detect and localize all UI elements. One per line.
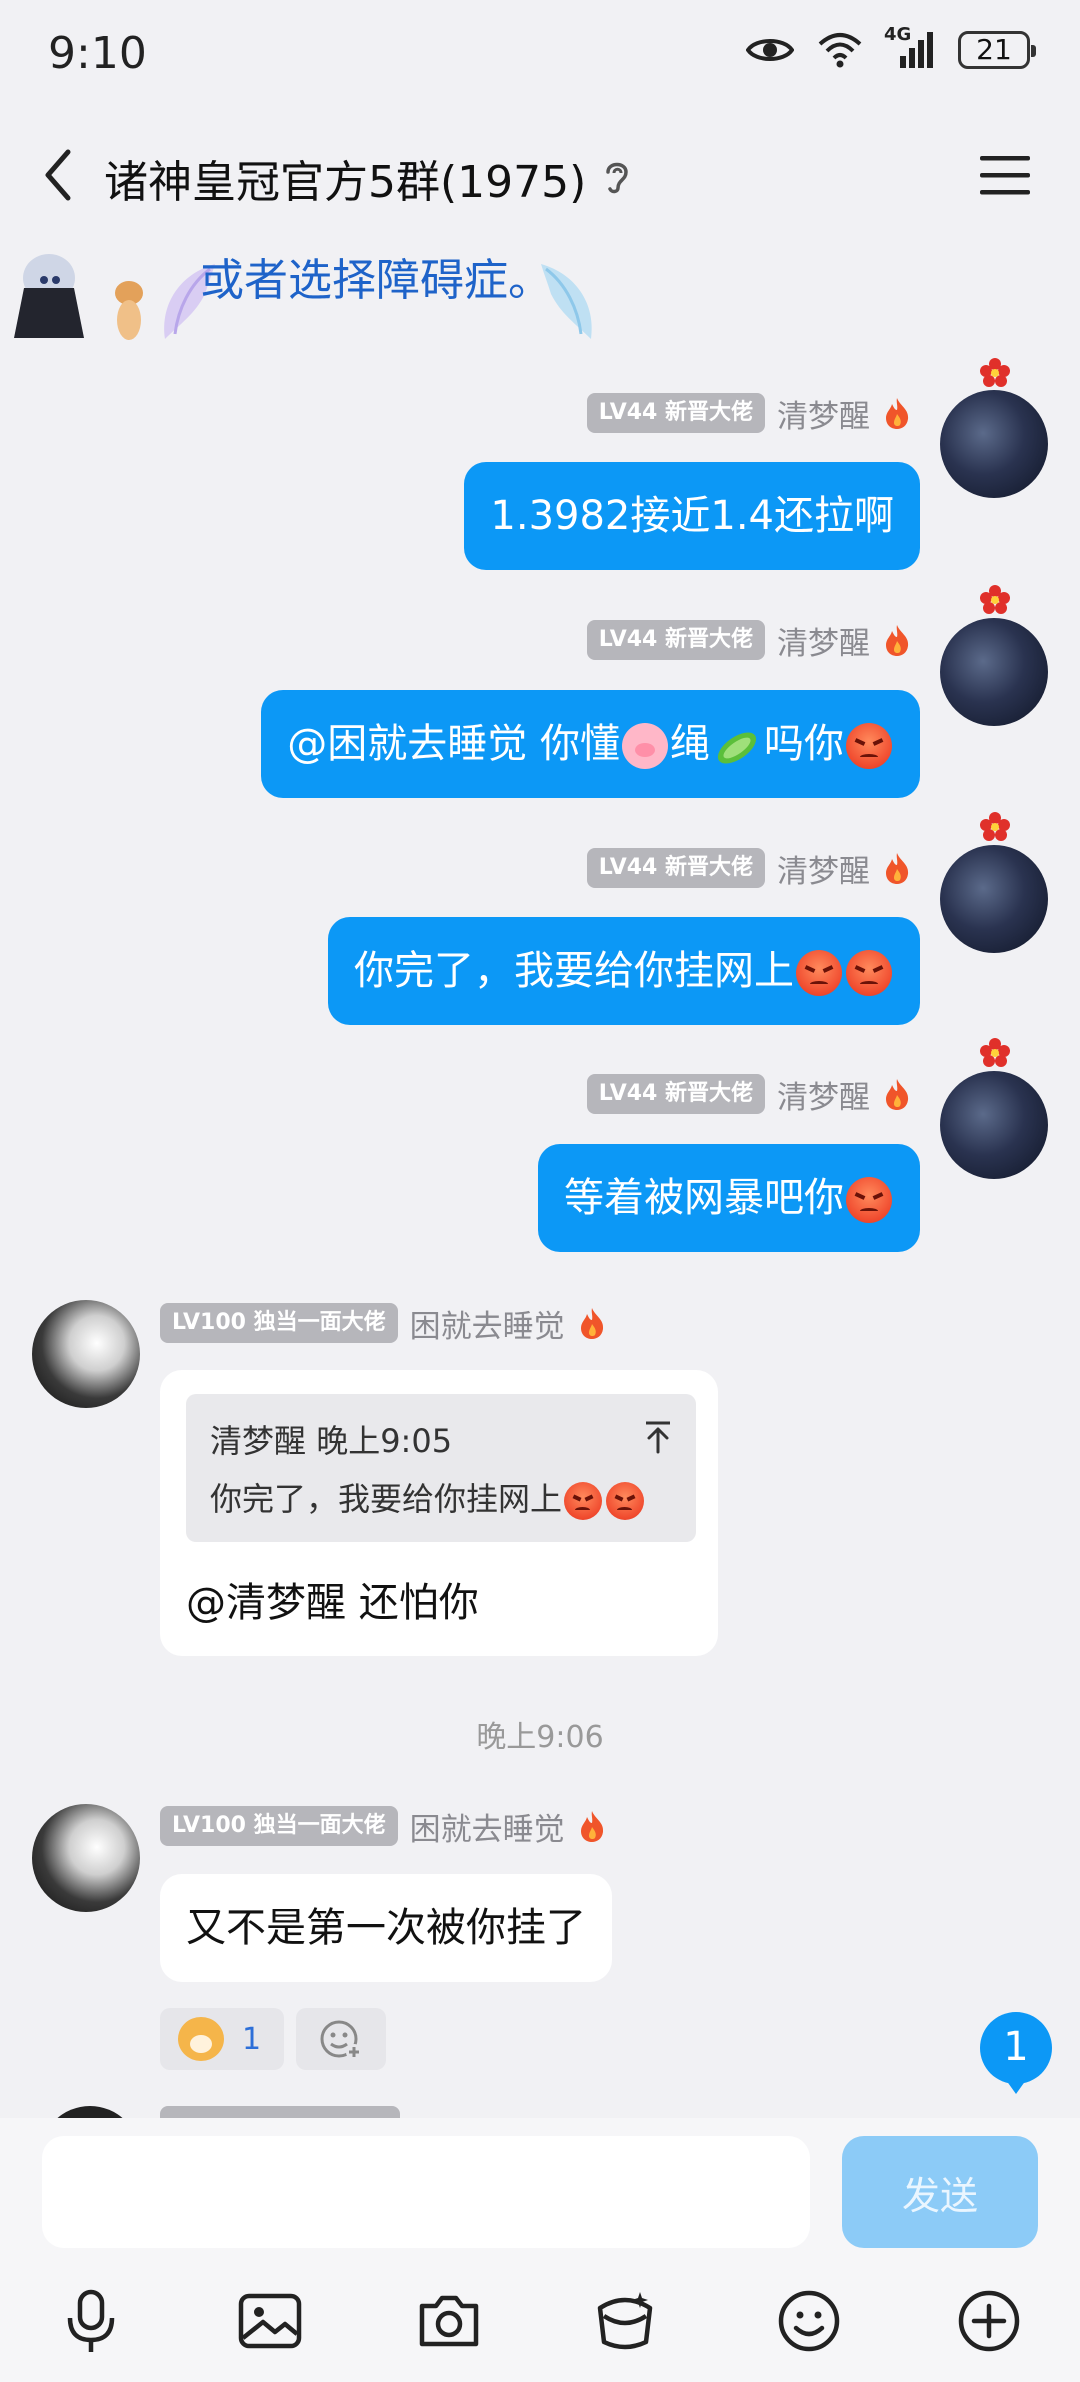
avatar[interactable] xyxy=(940,1071,1048,1179)
angry-emoji-icon xyxy=(846,1177,892,1223)
message-text: @困就去睡觉 你懂 xyxy=(287,721,620,767)
add-reaction-button[interactable] xyxy=(296,2008,386,2070)
sender-name[interactable]: 清梦醒 xyxy=(777,391,870,436)
quoted-message[interactable]: 清梦醒 晚上9:05 你完了，我要给你挂网上 xyxy=(186,1394,696,1542)
add-emoji-icon xyxy=(320,2020,362,2060)
fire-icon xyxy=(580,1811,603,1842)
input-toolbar xyxy=(0,2278,1080,2368)
flower-decoration-icon xyxy=(980,812,1010,841)
message-meta: LV44 新晋大佬 清梦醒 xyxy=(586,391,912,436)
angry-emoji-icon xyxy=(846,723,892,769)
message-bubble[interactable]: 清梦醒 晚上9:05 你完了，我要给你挂网上 @清梦醒 还怕你 xyxy=(160,1370,718,1656)
unread-badge[interactable]: 1 xyxy=(980,2012,1052,2094)
send-button[interactable]: 发送 xyxy=(842,2136,1038,2248)
sender-name[interactable]: 清梦醒 xyxy=(777,618,870,663)
sender-name[interactable]: 困就去睡觉 xyxy=(410,1804,565,1849)
status-time: 9:10 xyxy=(48,28,147,79)
avatar[interactable] xyxy=(32,1804,140,1912)
status-icons: 4G 21 xyxy=(746,24,1036,70)
sender-name[interactable]: 清梦醒 xyxy=(777,1072,870,1117)
message-meta: LV44 新晋大佬 清梦醒 xyxy=(586,846,912,891)
fire-icon xyxy=(886,1079,909,1110)
angry-emoji-icon xyxy=(606,1482,645,1520)
chat-title[interactable]: 诸神皇冠官方5群(1975) xyxy=(104,146,586,210)
message-bubble[interactable]: 1.3982接近1.4还拉啊 xyxy=(464,462,920,570)
ear-icon[interactable] xyxy=(596,156,636,196)
cell-signal-icon: 4G xyxy=(884,24,936,70)
level-badge: LV100 独当一面大佬 xyxy=(160,1806,398,1846)
fire-icon xyxy=(886,625,909,656)
pinned-text: 或者选择障碍症。 xyxy=(200,255,552,306)
cucumber-emoji-icon xyxy=(717,732,757,764)
message-bubble[interactable]: 等着被网暴吧你 xyxy=(538,1144,920,1252)
plus-icon[interactable] xyxy=(954,2286,1024,2356)
message-text: 你完了，我要给你挂网上 xyxy=(354,948,794,994)
flower-decoration-icon xyxy=(980,358,1010,387)
level-badge: LV100 独当一面大佬 xyxy=(160,1303,398,1343)
message-text: 绳 xyxy=(670,721,710,767)
dog-emoji-icon xyxy=(178,2017,224,2061)
wing-right-icon xyxy=(541,264,592,339)
menu-icon[interactable] xyxy=(976,148,1034,202)
microphone-icon[interactable] xyxy=(56,2286,126,2356)
emoji-icon[interactable] xyxy=(774,2286,844,2356)
quote-text: 你完了，我要给你挂网上 xyxy=(210,1474,646,1520)
angry-emoji-icon xyxy=(564,1482,603,1520)
message-meta: LV44 新晋大佬 清梦醒 xyxy=(586,618,912,663)
message-bubble[interactable]: 又不是第一次被你挂了 xyxy=(160,1874,612,1982)
eye-icon xyxy=(746,39,794,61)
pinned-message[interactable]: 或者选择障碍症。 xyxy=(0,230,1080,350)
message-text: @清梦醒 还怕你 xyxy=(186,1580,479,1626)
angry-emoji-icon xyxy=(796,950,842,996)
status-bar: 9:10 4G 21 xyxy=(0,0,1080,120)
next-message-peek xyxy=(0,2100,1080,2118)
message-text: 等着被网暴吧你 xyxy=(564,1175,844,1221)
image-icon[interactable] xyxy=(235,2286,305,2356)
red-packet-icon[interactable] xyxy=(590,2286,660,2356)
reaction-count: 1 xyxy=(242,2021,262,2057)
fire-icon xyxy=(886,853,909,884)
fire-icon xyxy=(580,1308,603,1339)
chat-header: 诸神皇冠官方5群(1975) xyxy=(0,130,1080,220)
avatar[interactable] xyxy=(940,390,1048,498)
reaction-chip[interactable]: 1 xyxy=(160,2008,284,2070)
message-meta: LV44 新晋大佬 清梦醒 xyxy=(586,1072,912,1117)
sender-name[interactable]: 困就去睡觉 xyxy=(410,1301,565,1346)
avatar[interactable] xyxy=(32,1300,140,1408)
pig-emoji-icon xyxy=(622,723,668,769)
quote-header: 清梦醒 晚上9:05 xyxy=(210,1422,453,1460)
level-badge: LV44 新晋大佬 xyxy=(586,848,765,888)
message-meta: LV100 独当一面大佬 困就去睡觉 xyxy=(160,1301,607,1346)
message-bubble[interactable]: 你完了，我要给你挂网上 xyxy=(328,917,920,1025)
input-area: 发送 xyxy=(0,2118,1080,2382)
message-input[interactable] xyxy=(42,2136,810,2248)
flower-decoration-icon xyxy=(980,1038,1010,1067)
wifi-icon xyxy=(818,33,862,68)
message-text: 吗你 xyxy=(764,721,844,767)
message-bubble[interactable]: @困就去睡觉 你懂 绳 吗你 xyxy=(261,690,920,798)
sender-name[interactable]: 清梦醒 xyxy=(777,846,870,891)
jump-to-original-icon[interactable] xyxy=(642,1420,674,1454)
level-badge: LV44 新晋大佬 xyxy=(586,620,765,660)
anime-sticker-icon xyxy=(14,254,143,340)
level-badge xyxy=(160,2106,400,2118)
back-arrow-icon[interactable] xyxy=(32,140,92,210)
battery-icon: 21 xyxy=(958,31,1036,69)
avatar[interactable] xyxy=(940,845,1048,953)
camera-icon[interactable] xyxy=(414,2286,484,2356)
flower-decoration-icon xyxy=(980,585,1010,614)
avatar[interactable] xyxy=(940,618,1048,726)
fire-icon xyxy=(886,398,909,429)
level-badge: LV44 新晋大佬 xyxy=(586,393,765,433)
message-meta: LV100 独当一面大佬 困就去睡觉 xyxy=(160,1804,607,1849)
angry-emoji-icon xyxy=(846,950,892,996)
timestamp: 晚上9:06 xyxy=(476,1720,604,1755)
level-badge: LV44 新晋大佬 xyxy=(586,1074,765,1114)
